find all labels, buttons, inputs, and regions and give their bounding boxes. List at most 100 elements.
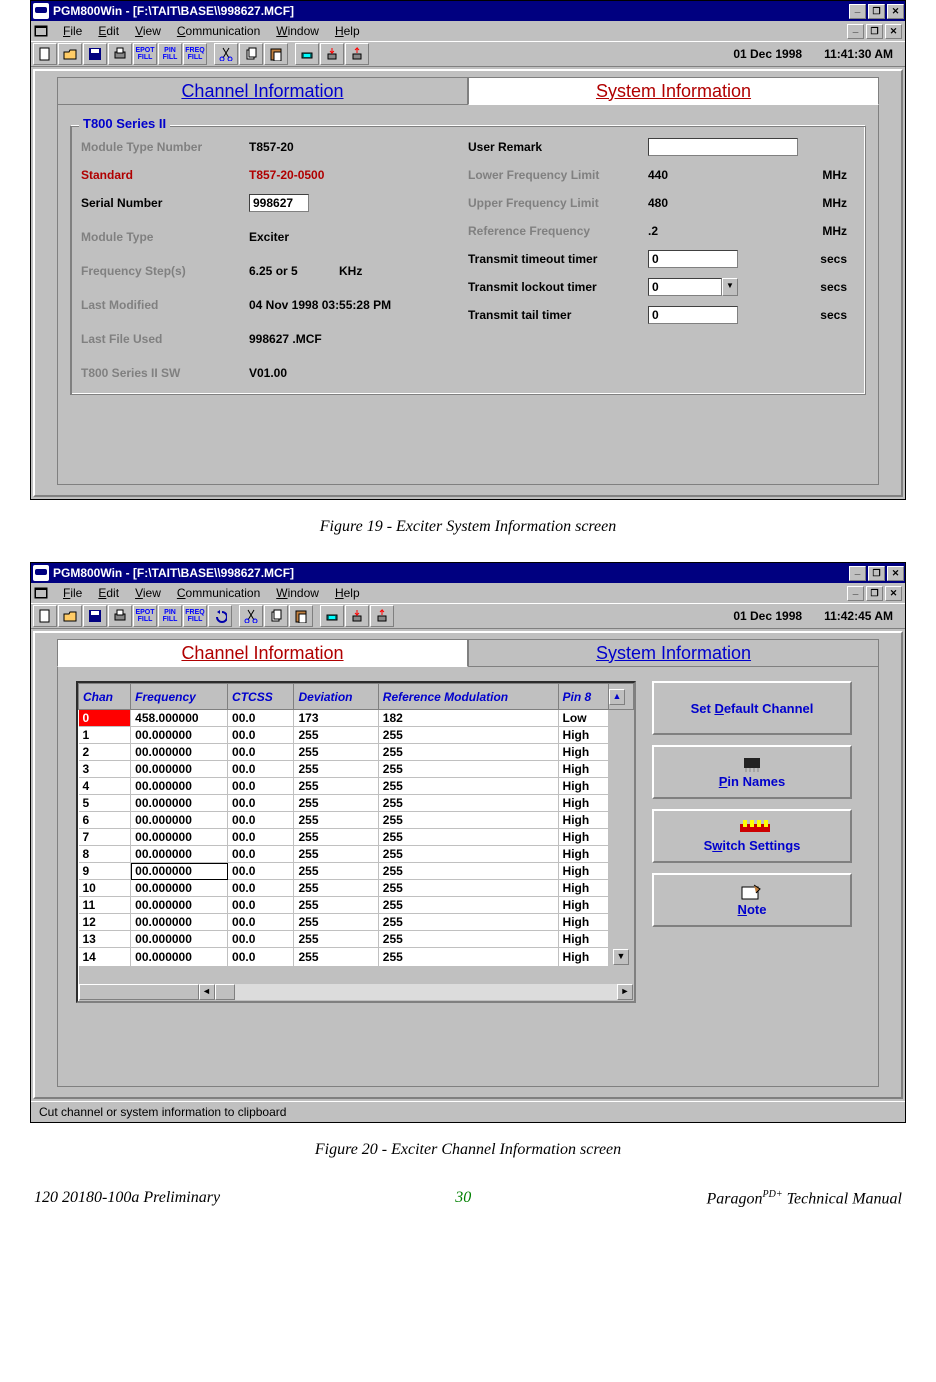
read-down-button[interactable]	[320, 43, 344, 65]
read-up-button[interactable]	[370, 605, 394, 627]
table-cell[interactable]: 255	[294, 761, 378, 778]
table-cell[interactable]: 255	[378, 778, 558, 795]
table-cell[interactable]: 255	[378, 863, 558, 880]
column-header[interactable]: Chan	[79, 684, 131, 710]
table-row[interactable]: 700.00000000.0255255High	[79, 829, 634, 846]
maximize-button[interactable]	[868, 4, 885, 19]
tx-lockout-select[interactable]: 0	[648, 278, 722, 296]
menu-help[interactable]: Help	[327, 22, 368, 40]
table-cell[interactable]: 173	[294, 710, 378, 727]
table-cell[interactable]: High	[558, 795, 608, 812]
scrollbar-track[interactable]	[609, 931, 634, 948]
table-cell[interactable]: High	[558, 846, 608, 863]
table-cell[interactable]: High	[558, 931, 608, 948]
read-down-button[interactable]	[345, 605, 369, 627]
save-button[interactable]	[83, 43, 107, 65]
table-row[interactable]: 800.00000000.0255255High	[79, 846, 634, 863]
table-cell[interactable]: 00.0	[228, 778, 294, 795]
table-cell[interactable]: High	[558, 727, 608, 744]
table-cell[interactable]: 5	[79, 795, 131, 812]
scrollbar-track[interactable]	[609, 761, 634, 778]
tx-tail-input[interactable]: 0	[648, 306, 738, 324]
table-cell[interactable]: 255	[378, 931, 558, 948]
table-row[interactable]: 1100.00000000.0255255High	[79, 897, 634, 914]
pin-names-button[interactable]: Pin Names	[652, 745, 852, 799]
minimize-button[interactable]	[849, 4, 866, 19]
table-cell[interactable]: 182	[378, 710, 558, 727]
child-close-button[interactable]	[885, 586, 902, 601]
menu-file[interactable]: File	[55, 584, 90, 602]
child-minimize-button[interactable]	[847, 24, 864, 39]
table-cell[interactable]: 11	[79, 897, 131, 914]
channel-table[interactable]: ChanFrequencyCTCSSDeviationReference Mod…	[76, 681, 636, 1003]
table-cell[interactable]: 255	[378, 795, 558, 812]
scrollbar-track[interactable]	[609, 727, 634, 744]
program-button[interactable]	[320, 605, 344, 627]
table-row[interactable]: 900.00000000.0255255High	[79, 863, 634, 880]
user-remark-input[interactable]	[648, 138, 798, 156]
open-button[interactable]	[58, 605, 82, 627]
table-row[interactable]: 1000.00000000.0255255High	[79, 880, 634, 897]
tab-channel-info[interactable]: Channel Information	[57, 77, 468, 105]
table-cell[interactable]: 00.0	[228, 880, 294, 897]
table-row[interactable]: 0458.00000000.0173182Low	[79, 710, 634, 727]
table-cell[interactable]: High	[558, 880, 608, 897]
table-cell[interactable]: 00.000000	[131, 880, 228, 897]
table-cell[interactable]: High	[558, 778, 608, 795]
table-cell[interactable]: 6	[79, 812, 131, 829]
table-cell[interactable]: 00.000000	[131, 744, 228, 761]
table-cell[interactable]: 255	[294, 795, 378, 812]
table-cell[interactable]: 2	[79, 744, 131, 761]
column-header[interactable]: Frequency	[131, 684, 228, 710]
table-cell[interactable]: 13	[79, 931, 131, 948]
scroll-thumb[interactable]	[215, 984, 235, 1000]
table-cell[interactable]: 00.0	[228, 931, 294, 948]
note-button[interactable]: Note	[652, 873, 852, 927]
table-cell[interactable]: 255	[378, 761, 558, 778]
table-cell[interactable]: 00.0	[228, 744, 294, 761]
table-cell[interactable]: 00.0	[228, 897, 294, 914]
table-cell[interactable]: 00.000000	[131, 863, 228, 880]
scrollbar-track[interactable]	[609, 863, 634, 880]
scroll-right-button[interactable]: ►	[617, 984, 633, 1000]
table-cell[interactable]: 00.0	[228, 914, 294, 931]
close-button[interactable]	[887, 4, 904, 19]
table-cell[interactable]: 255	[378, 829, 558, 846]
table-cell[interactable]: 255	[378, 914, 558, 931]
table-row[interactable]: 500.00000000.0255255High	[79, 795, 634, 812]
paste-button[interactable]	[264, 43, 288, 65]
table-row[interactable]: 400.00000000.0255255High	[79, 778, 634, 795]
table-row[interactable]: 1200.00000000.0255255High	[79, 914, 634, 931]
freq-fill-button[interactable]: FREQ FILL	[183, 605, 207, 627]
paste-button[interactable]	[289, 605, 313, 627]
table-cell[interactable]: 255	[294, 829, 378, 846]
copy-button[interactable]	[264, 605, 288, 627]
close-button[interactable]	[887, 566, 904, 581]
table-cell[interactable]: 458.000000	[131, 710, 228, 727]
table-row[interactable]: 1300.00000000.0255255High	[79, 931, 634, 948]
cut-button[interactable]	[214, 43, 238, 65]
minimize-button[interactable]	[849, 566, 866, 581]
column-header[interactable]: CTCSS	[228, 684, 294, 710]
table-cell[interactable]: 00.000000	[131, 829, 228, 846]
scrollbar-track[interactable]	[609, 897, 634, 914]
table-cell[interactable]: High	[558, 948, 608, 967]
table-cell[interactable]: 12	[79, 914, 131, 931]
scroll-down-button[interactable]: ▼	[613, 949, 629, 965]
scrollbar-track[interactable]	[609, 914, 634, 931]
table-cell[interactable]: 00.000000	[131, 812, 228, 829]
table-cell[interactable]: 255	[294, 897, 378, 914]
cut-button[interactable]	[239, 605, 263, 627]
child-maximize-button[interactable]	[866, 24, 883, 39]
table-cell[interactable]: 00.000000	[131, 931, 228, 948]
scrollbar-track[interactable]	[609, 829, 634, 846]
scrollbar-track[interactable]	[609, 846, 634, 863]
table-cell[interactable]: 255	[294, 744, 378, 761]
table-cell[interactable]: 10	[79, 880, 131, 897]
epot-fill-button[interactable]: EPOT FILL	[133, 605, 157, 627]
table-cell[interactable]: 255	[294, 727, 378, 744]
table-cell[interactable]: High	[558, 812, 608, 829]
table-cell[interactable]: 00.000000	[131, 795, 228, 812]
table-cell[interactable]: High	[558, 914, 608, 931]
print-button[interactable]	[108, 43, 132, 65]
